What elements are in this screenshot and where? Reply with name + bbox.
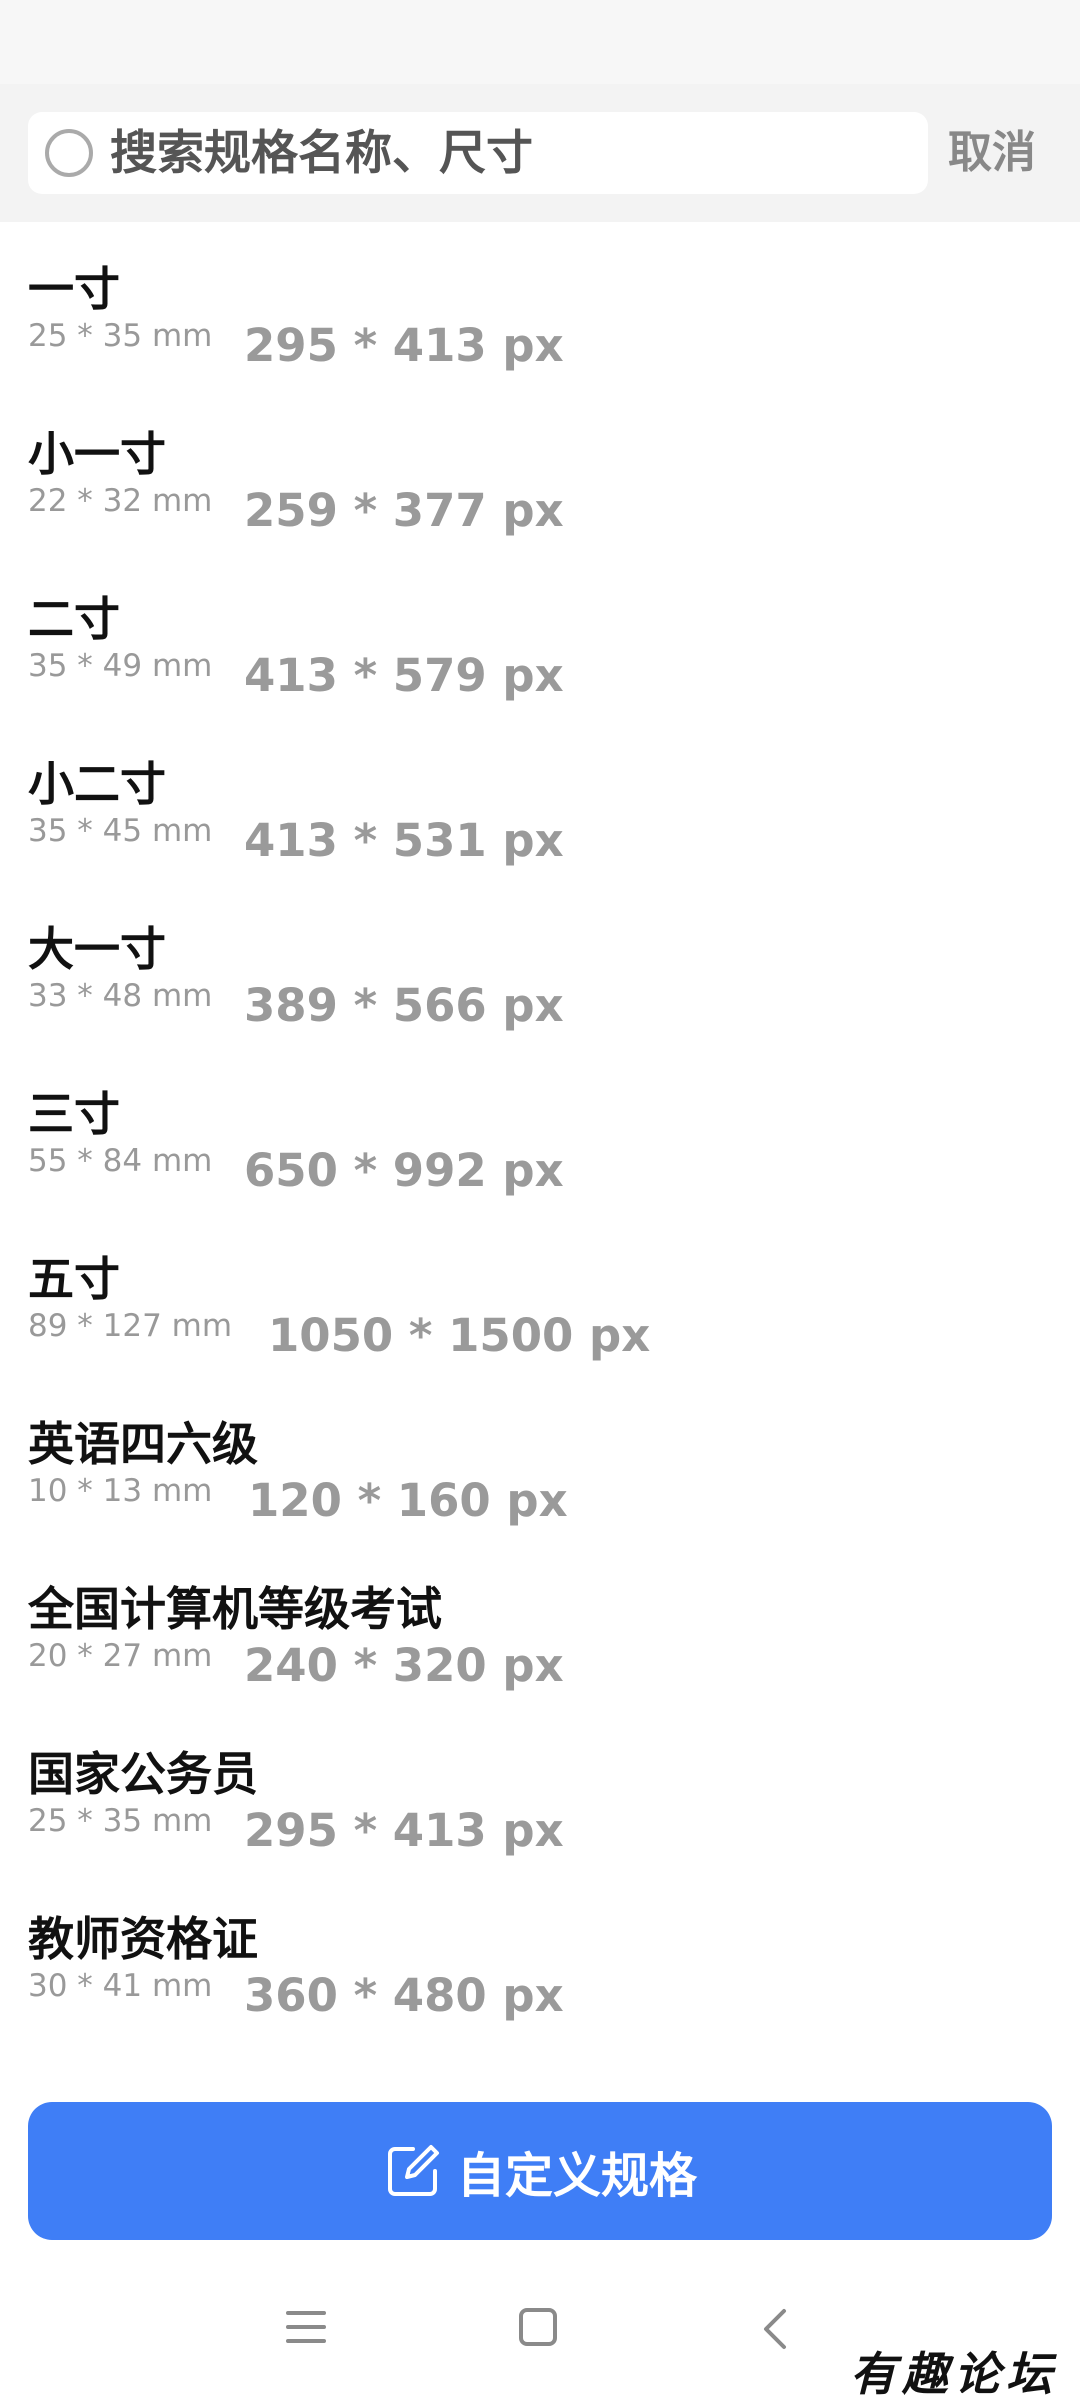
edit-icon [387,2145,439,2196]
spec-px-size: 360 * 480 px [244,1969,564,2022]
cancel-button[interactable]: 取消 [948,112,1036,194]
spec-px-size: 413 * 531 px [244,814,564,867]
spec-name: 全国计算机等级考试 [28,1582,442,1636]
spec-name: 二寸 [28,592,120,646]
spec-name: 国家公务员 [28,1747,258,1801]
watermark: 有趣论坛 [850,2347,1058,2401]
spec-mm-size: 25 * 35 mm [28,318,213,354]
spec-mm-size: 22 * 32 mm [28,483,213,519]
battery-indicator: 28 [984,30,1020,63]
spec-name: 五寸 [28,1252,120,1306]
spec-px-size: 120 * 160 px [248,1474,568,1527]
spec-px-size: 650 * 992 px [244,1144,564,1197]
list-item[interactable]: 教师资格证 30 * 41 mm 360 * 480 px [0,1872,1080,2037]
spec-name: 英语四六级 [28,1417,258,1471]
spec-name: 大一寸 [28,922,166,976]
back-icon[interactable] [756,2307,796,2351]
list-item[interactable]: 五寸 89 * 127 mm 1050 * 1500 px [0,1212,1080,1377]
spec-list: 一寸 25 * 35 mm 295 * 413 px 小一寸 22 * 32 m… [0,222,1080,2037]
spec-mm-size: 35 * 45 mm [28,813,213,849]
spec-name: 小二寸 [28,757,166,811]
spec-px-size: 259 * 377 px [244,484,564,537]
list-item[interactable]: 小一寸 22 * 32 mm 259 * 377 px [0,387,1080,552]
list-item[interactable]: 三寸 55 * 84 mm 650 * 992 px [0,1047,1080,1212]
spec-name: 一寸 [28,262,120,316]
status-time: 2:42 [54,30,129,65]
list-item[interactable]: 大一寸 33 * 48 mm 389 * 566 px [0,882,1080,1047]
spec-px-size: 240 * 320 px [244,1639,564,1692]
spec-mm-size: 25 * 35 mm [28,1803,213,1839]
spec-px-size: 413 * 579 px [244,649,564,702]
list-item[interactable]: 全国计算机等级考试 20 * 27 mm 240 * 320 px [0,1542,1080,1707]
spec-mm-size: 20 * 27 mm [28,1638,213,1674]
search-bar: 取消 [0,84,1080,222]
home-icon[interactable] [518,2307,558,2347]
search-box[interactable] [28,112,928,194]
list-item[interactable]: 国家公务员 25 * 35 mm 295 * 413 px [0,1707,1080,1872]
status-bar: 2:42 28 [0,0,1080,84]
menu-icon[interactable] [286,2307,326,2347]
custom-spec-button[interactable]: 自定义规格 [28,2102,1052,2240]
list-item[interactable]: 英语四六级 10 * 13 mm 120 * 160 px [0,1377,1080,1542]
spec-name: 三寸 [28,1087,120,1141]
spec-mm-size: 33 * 48 mm [28,978,213,1014]
spec-mm-size: 55 * 84 mm [28,1143,213,1179]
search-input[interactable] [110,112,910,194]
spec-px-size: 389 * 566 px [244,979,564,1032]
spec-mm-size: 10 * 13 mm [28,1473,213,1509]
spec-mm-size: 35 * 49 mm [28,648,213,684]
spec-px-size: 1050 * 1500 px [268,1309,651,1362]
spec-px-size: 295 * 413 px [244,319,564,372]
custom-spec-label: 自定义规格 [456,2148,697,2204]
spec-name: 小一寸 [28,427,166,481]
spec-mm-size: 89 * 127 mm [28,1308,233,1344]
spec-px-size: 295 * 413 px [244,1804,564,1857]
list-item[interactable]: 小二寸 35 * 45 mm 413 * 531 px [0,717,1080,882]
spec-name: 教师资格证 [28,1912,258,1966]
list-item[interactable]: 一寸 25 * 35 mm 295 * 413 px [0,222,1080,387]
search-icon [45,129,93,177]
list-item[interactable]: 二寸 35 * 49 mm 413 * 579 px [0,552,1080,717]
spec-mm-size: 30 * 41 mm [28,1968,213,2004]
